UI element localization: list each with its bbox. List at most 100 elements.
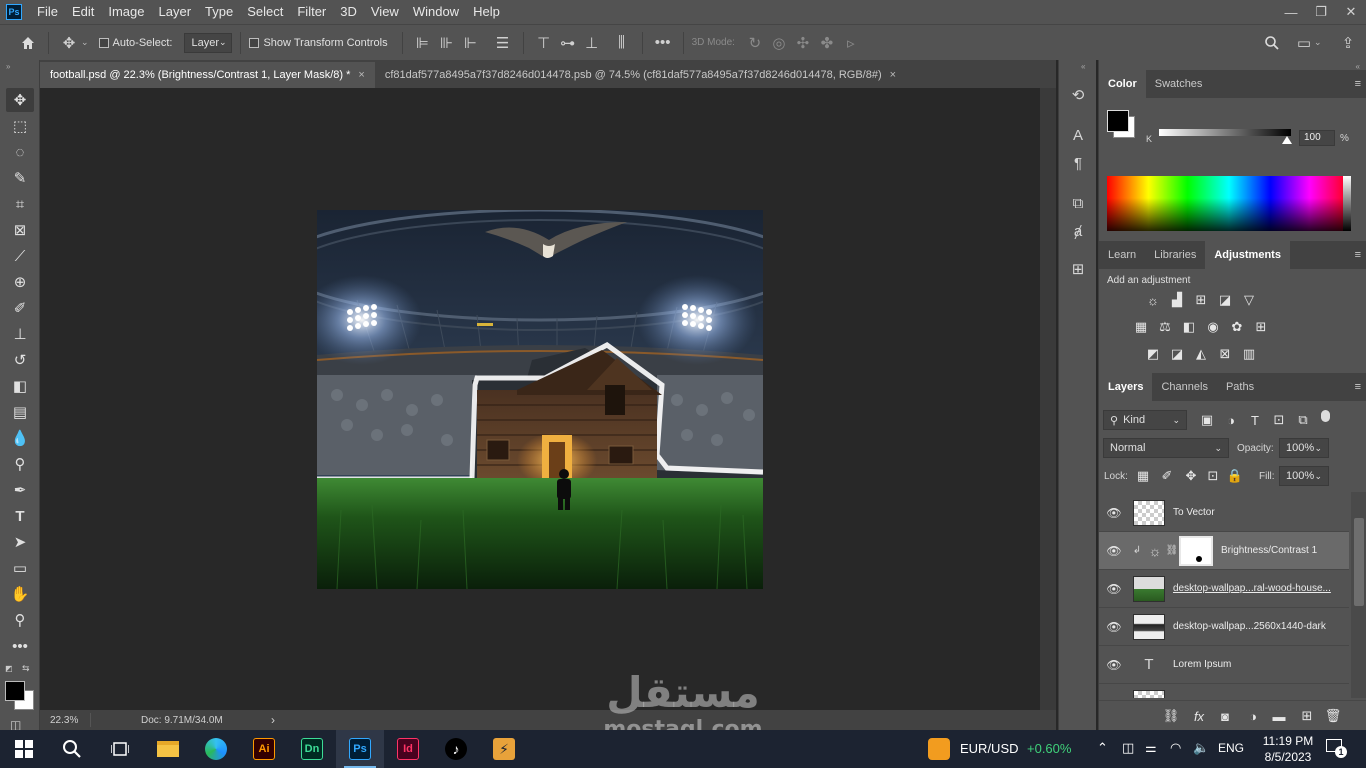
visibility-eye-icon[interactable]: 👁 <box>1099 696 1129 699</box>
meet-now-icon[interactable]: ◫ <box>1122 740 1134 756</box>
posterize-icon[interactable]: ◪ <box>1169 346 1185 362</box>
align-left-icon[interactable]: ⊫ <box>411 31 435 55</box>
show-transform-checkbox[interactable] <box>249 37 260 48</box>
delete-layer-icon[interactable]: 🗑 <box>1325 708 1342 724</box>
indesign-icon[interactable]: Id <box>384 730 432 768</box>
glyphs-panel-icon[interactable]: ⱥ <box>1067 220 1089 242</box>
history-brush-tool-icon[interactable]: ↺ <box>6 348 34 372</box>
libraries-panel-icon[interactable]: ⊞ <box>1067 258 1089 280</box>
close-icon[interactable]: × <box>358 69 364 81</box>
align-right-icon[interactable]: ⊩ <box>459 31 483 55</box>
healing-brush-tool-icon[interactable]: ⊕ <box>6 270 34 294</box>
close-window-icon[interactable]: ✕ <box>1336 0 1366 24</box>
black-white-icon[interactable]: ◧ <box>1181 319 1197 335</box>
gradient-tool-icon[interactable]: ▤ <box>6 400 34 424</box>
k-slider-handle[interactable] <box>1282 136 1292 144</box>
lock-position-icon[interactable]: ✥ <box>1183 468 1199 484</box>
k-value-field[interactable]: 100 <box>1299 130 1335 146</box>
search-icon[interactable] <box>1260 31 1284 55</box>
menu-filter[interactable]: Filter <box>290 0 333 24</box>
type-tool-icon[interactable]: T <box>6 504 34 528</box>
history-panel-icon[interactable]: ⟲ <box>1067 84 1089 106</box>
color-spectrum[interactable] <box>1107 176 1351 231</box>
color-balance-icon[interactable]: ⚖ <box>1157 319 1173 335</box>
align-center-icon[interactable]: ⊪ <box>435 31 459 55</box>
blur-tool-icon[interactable]: 💧 <box>6 426 34 450</box>
chevron-down-icon[interactable]: ⌄ <box>1314 37 1322 48</box>
brush-tool-icon[interactable]: ✐ <box>6 296 34 320</box>
brightness-contrast-icon[interactable]: ☼ <box>1145 292 1161 308</box>
marquee-tool-icon[interactable]: ⬚ <box>6 114 34 138</box>
search-icon[interactable] <box>48 730 96 768</box>
workspace-icon[interactable]: ▭ <box>1292 31 1316 55</box>
tab-paths[interactable]: Paths <box>1217 373 1263 401</box>
curves-icon[interactable]: ⊞ <box>1193 292 1209 308</box>
crop-tool-icon[interactable]: ⌗ <box>6 192 34 216</box>
hand-tool-icon[interactable]: ✋ <box>6 582 34 606</box>
menu-help[interactable]: Help <box>466 0 507 24</box>
exposure-icon[interactable]: ◪ <box>1217 292 1233 308</box>
filter-toggle-icon[interactable] <box>1321 410 1330 422</box>
fill-field[interactable]: 100% ⌄ <box>1279 466 1329 486</box>
dimension-icon[interactable]: Dn <box>288 730 336 768</box>
tab-libraries[interactable]: Libraries <box>1145 241 1205 269</box>
channel-mixer-icon[interactable]: ✿ <box>1229 319 1245 335</box>
link-icon[interactable]: ⛓ <box>1165 545 1179 556</box>
gray-ramp[interactable] <box>1343 176 1351 231</box>
align-top-icon[interactable]: ⊤ <box>532 31 556 55</box>
visibility-eye-icon[interactable]: 👁 <box>1099 506 1129 520</box>
auto-select-checkbox[interactable] <box>98 37 109 48</box>
home-icon[interactable] <box>16 31 40 55</box>
currency-widget-icon[interactable] <box>928 738 950 760</box>
volume-icon[interactable]: 🔈 <box>1193 740 1209 756</box>
filter-smart-object-icon[interactable]: ⧉ <box>1295 412 1311 428</box>
language-indicator[interactable]: ENG <box>1218 741 1244 755</box>
tab-football[interactable]: football.psd @ 22.3% (Brightness/Contras… <box>40 62 375 88</box>
tiktok-icon[interactable]: ♪ <box>432 730 480 768</box>
panel-menu-icon[interactable]: ≡ <box>1355 381 1361 393</box>
foreground-color-swatch[interactable] <box>1107 110 1129 132</box>
tab-channels[interactable]: Channels <box>1152 373 1216 401</box>
frame-tool-icon[interactable]: ⊠ <box>6 218 34 242</box>
zoom-level[interactable]: 22.3% <box>50 715 90 726</box>
k-slider[interactable] <box>1159 129 1291 136</box>
collapse-icon[interactable]: « <box>1081 62 1085 71</box>
panel-menu-icon[interactable]: ≡ <box>1355 78 1361 90</box>
wifi-icon[interactable]: ◠ <box>1170 740 1181 756</box>
minimize-icon[interactable]: — <box>1276 0 1306 24</box>
clock-date[interactable]: 8/5/2023 <box>1258 750 1318 764</box>
menu-select[interactable]: Select <box>240 0 290 24</box>
lock-image-icon[interactable]: ✐ <box>1159 468 1175 484</box>
collapse-icon[interactable]: » <box>6 62 10 71</box>
rectangle-tool-icon[interactable]: ▭ <box>6 556 34 580</box>
visibility-eye-icon[interactable]: 👁 <box>1099 620 1129 634</box>
color-lookup-icon[interactable]: ⊞ <box>1253 319 1269 335</box>
document-canvas-image[interactable] <box>317 210 763 589</box>
layer-filter-dropdown[interactable]: ⚲ Kind ⌄ <box>1103 410 1187 430</box>
tab-layers[interactable]: Layers <box>1099 373 1153 401</box>
foreground-color-swatch[interactable] <box>5 681 25 701</box>
tab-adjustments[interactable]: Adjustments <box>1205 241 1290 269</box>
properties-panel-icon[interactable]: ⧉ <box>1067 192 1089 214</box>
quick-select-tool-icon[interactable]: ✎ <box>6 166 34 190</box>
restore-icon[interactable]: ❐ <box>1306 0 1336 24</box>
layer-row-selected[interactable]: 👁 ↲ ☼ ⛓ Brightness/Contrast 1 <box>1099 532 1349 570</box>
ticker-label[interactable]: EUR/USD <box>960 741 1019 756</box>
layer-row[interactable]: 👁 To Vector <box>1099 494 1349 532</box>
zoom-tool-icon[interactable]: ⚲ <box>6 608 34 632</box>
auto-select-target-dropdown[interactable]: Layer ⌄ <box>184 32 233 53</box>
filter-shape-icon[interactable]: ⊡ <box>1271 412 1287 428</box>
lock-transparent-icon[interactable]: ▦ <box>1135 468 1151 484</box>
filter-adjustment-icon[interactable]: ◑ <box>1223 412 1239 428</box>
eraser-tool-icon[interactable]: ◧ <box>6 374 34 398</box>
filter-type-icon[interactable]: T <box>1247 412 1263 428</box>
more-options-icon[interactable]: ••• <box>651 31 675 55</box>
menu-window[interactable]: Window <box>406 0 466 24</box>
visibility-eye-icon[interactable]: 👁 <box>1099 544 1129 558</box>
input-indicator-icon[interactable]: ⚌ <box>1145 740 1157 756</box>
lock-artboard-icon[interactable]: ⊡ <box>1205 468 1221 484</box>
panel-menu-icon[interactable]: ≡ <box>1355 249 1361 261</box>
start-button[interactable] <box>0 730 48 768</box>
link-layers-icon[interactable]: ⛓ <box>1163 708 1180 724</box>
canvas-scrollbar[interactable] <box>1040 88 1056 710</box>
